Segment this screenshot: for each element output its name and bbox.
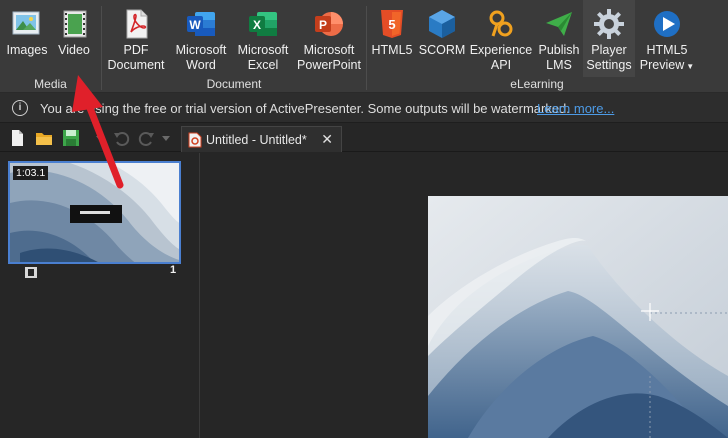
document-tab[interactable]: Untitled - Untitled* ✕ — [181, 126, 342, 152]
microsoft-word-button[interactable]: W Microsoft Word — [170, 0, 232, 73]
player-settings-button[interactable]: Player Settings — [583, 0, 635, 77]
lms-label-line1: Publish — [538, 43, 580, 57]
images-label: Images — [6, 43, 48, 57]
undo-icon[interactable] — [112, 129, 130, 147]
word-icon: W — [185, 8, 217, 40]
slide-background-image — [428, 196, 728, 438]
slide-canvas[interactable] — [428, 196, 728, 438]
info-icon: i — [12, 100, 28, 116]
open-folder-icon[interactable] — [35, 129, 53, 147]
document-group-label: Document — [206, 77, 262, 91]
slide-duration: 1:03.1 — [13, 166, 49, 180]
preview-label-line1: HTML5 — [646, 43, 688, 57]
video-slide-icon — [25, 265, 37, 278]
slides-panel: 1:03.1 1 — [0, 153, 200, 438]
pdf-label-line1: PDF — [123, 43, 149, 57]
html5-label: HTML5 — [371, 43, 413, 57]
xapi-icon — [485, 8, 517, 40]
powerpoint-icon: P — [313, 8, 345, 40]
scorm-icon — [426, 8, 458, 40]
save-icon[interactable] — [62, 129, 80, 147]
microsoft-excel-button[interactable]: X Microsoft Excel — [232, 0, 294, 73]
slide-thumbnail-caption — [70, 205, 122, 223]
redo-icon[interactable] — [138, 129, 156, 147]
scorm-button[interactable]: SCORM — [417, 0, 467, 58]
chevron-down-icon[interactable] — [94, 129, 106, 147]
play-icon — [651, 8, 683, 40]
media-group-label: Media — [34, 77, 67, 91]
html5-button[interactable]: 5 HTML5 — [369, 0, 415, 58]
microsoft-powerpoint-button[interactable]: P Microsoft PowerPoint — [294, 0, 364, 73]
svg-text:P: P — [319, 18, 327, 32]
experience-api-button[interactable]: Experience API — [469, 0, 533, 73]
ribbon: Images Video Media PDF Document W Micros… — [0, 0, 728, 93]
images-button[interactable]: Images — [4, 0, 50, 58]
quick-toolbar: Untitled - Untitled* ✕ — [0, 124, 728, 152]
video-label: Video — [58, 43, 90, 57]
html5-icon: 5 — [376, 8, 408, 40]
new-file-icon[interactable] — [8, 129, 26, 147]
learn-more-link[interactable]: Learn more... — [537, 101, 614, 116]
player-label-line1: Player — [591, 43, 627, 57]
images-icon — [11, 8, 43, 40]
excel-icon: X — [247, 8, 279, 40]
gear-icon — [593, 8, 625, 40]
lms-label-line2: LMS — [546, 58, 572, 72]
pdf-icon — [120, 8, 152, 40]
elearning-group: 5 HTML5 SCORM Experience API Publish LMS… — [367, 0, 707, 93]
xapi-label-line1: Experience — [469, 43, 533, 57]
publish-lms-button[interactable]: Publish LMS — [535, 0, 583, 73]
publish-lms-icon — [543, 8, 575, 40]
slide-thumbnail[interactable]: 1:03.1 — [8, 161, 181, 264]
trial-message: You are using the free or trial version … — [40, 101, 570, 116]
chevron-down-icon[interactable] — [160, 129, 172, 147]
video-button[interactable]: Video — [54, 0, 94, 58]
excel-label-line1: Microsoft — [237, 43, 289, 57]
canvas-area — [201, 153, 728, 438]
media-group: Images Video Media — [0, 0, 101, 93]
close-icon[interactable]: ✕ — [321, 131, 333, 148]
document-icon — [188, 132, 202, 151]
player-label-line2: Settings — [586, 58, 632, 72]
pdf-label-line2: Document — [107, 58, 165, 72]
pdf-document-button[interactable]: PDF Document — [104, 0, 168, 73]
powerpoint-label-line2: PowerPoint — [297, 58, 361, 72]
powerpoint-label-line1: Microsoft — [303, 43, 355, 57]
document-tab-title: Untitled - Untitled* — [206, 133, 307, 147]
preview-label-text: Preview — [639, 58, 685, 72]
svg-text:X: X — [253, 18, 261, 32]
trial-info-bar: i You are using the free or trial versio… — [0, 93, 728, 123]
excel-label-line2: Excel — [247, 58, 279, 72]
preview-label-line2: Preview ▼ — [639, 58, 695, 74]
elearning-group-label: eLearning — [510, 77, 564, 91]
xapi-label-line2: API — [490, 58, 512, 72]
chevron-down-icon: ▼ — [686, 62, 695, 71]
word-label-line1: Microsoft — [175, 43, 227, 57]
video-icon — [58, 8, 90, 40]
html5-preview-button[interactable]: HTML5 Preview ▼ — [639, 0, 695, 74]
document-group: PDF Document W Microsoft Word X Microsof… — [102, 0, 366, 93]
svg-text:W: W — [189, 18, 201, 32]
svg-text:5: 5 — [388, 17, 395, 32]
word-label-line2: Word — [186, 58, 216, 72]
scorm-label: SCORM — [418, 43, 466, 57]
slide-number: 1 — [170, 264, 177, 276]
